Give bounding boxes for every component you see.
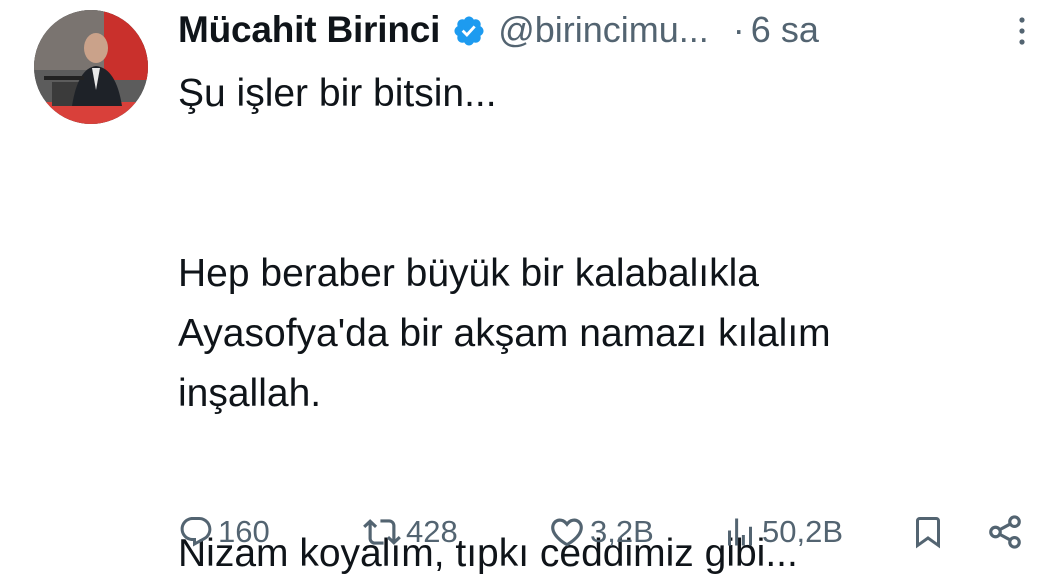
tweet-timestamp[interactable]: 6 sa: [751, 9, 819, 51]
views-button[interactable]: 50,2B: [722, 505, 843, 559]
share-icon: [989, 515, 1021, 549]
retweet-count: 428: [406, 514, 458, 549]
tweet-line: Şu işler bir bitsin...: [178, 72, 497, 115]
tweet-header: Mücahit Birinci @birincimu... · 6 sa: [178, 6, 1040, 54]
reply-icon: [180, 517, 212, 547]
reply-count: 160: [218, 514, 270, 549]
retweet-button[interactable]: 428: [362, 505, 458, 559]
like-count: 3,2B: [590, 514, 654, 549]
verified-badge-icon: [454, 16, 484, 46]
author-name[interactable]: Mücahit Birinci: [178, 9, 440, 51]
more-icon[interactable]: [1012, 14, 1032, 50]
separator-dot: ·: [732, 9, 745, 50]
tweet[interactable]: Mücahit Birinci @birincimu... · 6 sa Şu …: [0, 0, 1040, 585]
tweet-line: Ayasofya'da bir akşam namazı kılalım: [178, 312, 831, 355]
share-button[interactable]: [986, 505, 1024, 559]
author-handle[interactable]: @birincimu...: [498, 9, 709, 51]
tweet-line: inşallah.: [178, 372, 322, 415]
views-icon: [728, 518, 752, 546]
action-bar: 160 428 3,2B 50,2B: [178, 505, 1028, 559]
bookmark-icon: [916, 517, 940, 549]
like-icon: [551, 518, 583, 547]
tweet-line: Hep beraber büyük bir kalabalıkla: [178, 252, 760, 295]
retweet-icon: [363, 519, 401, 545]
like-button[interactable]: 3,2B: [548, 505, 654, 559]
bookmark-button[interactable]: [910, 505, 946, 559]
avatar[interactable]: [34, 10, 148, 124]
view-count: 50,2B: [762, 514, 844, 549]
reply-button[interactable]: 160: [178, 505, 270, 559]
